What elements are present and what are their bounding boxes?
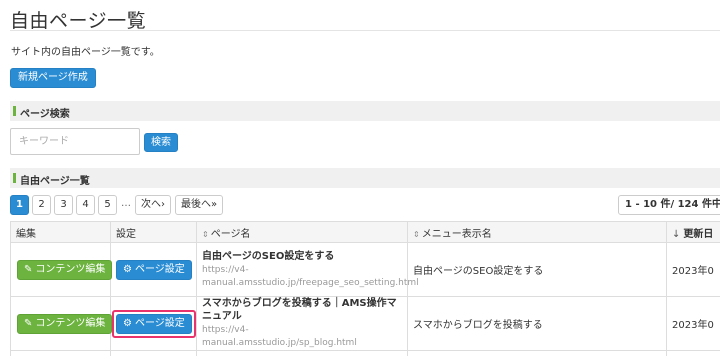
search-section-header: ページ検索 xyxy=(10,101,720,121)
next-page-link[interactable]: 次へ› xyxy=(135,195,171,215)
updated-cell: 2023年0 xyxy=(666,296,720,351)
search-section-label: ページ検索 xyxy=(20,109,70,120)
menu-name: 自由ページのSEO設定をする xyxy=(413,266,544,277)
last-page-link[interactable]: 最後へ» xyxy=(175,195,224,215)
sort-icon: ⇕ xyxy=(202,229,209,239)
updated-cell: 2023年0 xyxy=(666,242,720,297)
page-url: https://v4-manual.amsstudio.jp/freepage_… xyxy=(202,264,419,288)
keyword-search-input[interactable] xyxy=(10,128,140,155)
page-name-cell: 自由ページのSEO設定をする https://v4-manual.amsstud… xyxy=(196,242,419,297)
updated-date: 2023年0 xyxy=(672,266,714,277)
setting-cell: ⚙ ページ設定 xyxy=(110,242,197,297)
sort-icon: ⇕ xyxy=(413,229,420,239)
menu-name: スマホからブログを投稿する xyxy=(413,320,543,331)
page-description: サイト内の自由ページ一覧です。 xyxy=(11,47,160,58)
list-section-header: 自由ページ一覧 xyxy=(10,168,720,188)
pagination: 1 2 3 4 5 … 次へ› 最後へ» xyxy=(10,195,226,215)
new-page-button[interactable]: 新規ページ作成 xyxy=(10,68,96,88)
page-link-4[interactable]: 4 xyxy=(76,195,95,215)
page-name[interactable]: スマホからブログを投稿する｜AMS操作マニュアル xyxy=(202,297,402,323)
title-divider xyxy=(10,30,720,31)
gear-icon: ⚙ xyxy=(123,263,132,275)
edit-cell: ✎ コンテンツ編集 xyxy=(10,242,113,297)
table-row xyxy=(10,350,720,356)
column-header-page-name[interactable]: ⇕ ページ名 xyxy=(196,221,408,243)
edit-cell: ✎ コンテンツ編集 xyxy=(10,296,113,351)
table-row: ✎ コンテンツ編集 ⚙ ページ設定 スマホからブログを投稿する｜AMS操作マニュアル… xyxy=(10,296,720,351)
column-header-updated[interactable]: ↓ 更新日 xyxy=(666,221,720,243)
page-name-cell: スマホからブログを投稿する｜AMS操作マニュアル https://v4-manu… xyxy=(196,296,408,351)
setting-cell: ⚙ ページ設定 xyxy=(110,296,197,351)
column-header-edit: 編集 xyxy=(10,221,111,243)
updated-date: 2023年0 xyxy=(672,320,714,331)
page-setting-button[interactable]: ⚙ ページ設定 xyxy=(116,259,192,280)
page-url: https://v4-manual.amsstudio.jp/sp_blog.h… xyxy=(202,325,357,348)
table-row: ✎ コンテンツ編集 ⚙ ページ設定 自由ページのSEO設定をする https://v… xyxy=(10,242,720,297)
content-edit-button[interactable]: ✎ コンテンツ編集 xyxy=(17,259,113,280)
pencil-icon: ✎ xyxy=(24,317,33,329)
column-header-menu-name[interactable]: ⇕ メニュー表示名 xyxy=(407,221,667,243)
gear-icon: ⚙ xyxy=(123,317,132,329)
page-link-5[interactable]: 5 xyxy=(98,195,117,215)
highlight-frame: ⚙ ページ設定 xyxy=(112,309,196,338)
content-edit-button[interactable]: ✎ コンテンツ編集 xyxy=(17,313,113,334)
table-header-row: 編集 設定 ⇕ ページ名 ⇕ メニュー表示名 ↓ 更新日 xyxy=(10,221,720,243)
sort-down-icon: ↓ xyxy=(672,228,681,240)
menu-name-cell: 自由ページのSEO設定をする xyxy=(407,242,667,297)
page-setting-button[interactable]: ⚙ ページ設定 xyxy=(116,313,192,334)
page-link-3[interactable]: 3 xyxy=(54,195,73,215)
pencil-icon: ✎ xyxy=(24,263,33,275)
section-marker xyxy=(13,173,16,183)
list-section-label: 自由ページ一覧 xyxy=(20,176,90,187)
page-name[interactable]: 自由ページのSEO設定をする xyxy=(202,250,402,263)
column-header-setting: 設定 xyxy=(110,221,197,243)
freepage-table: 編集 設定 ⇕ ページ名 ⇕ メニュー表示名 ↓ 更新日 ✎ コンテンツ編集 ⚙ ページ設… xyxy=(10,221,720,356)
pagination-ellipsis: … xyxy=(121,198,131,209)
menu-name-cell: スマホからブログを投稿する xyxy=(407,296,667,351)
page-link-2[interactable]: 2 xyxy=(32,195,51,215)
result-count: 1 - 10 件/ 124 件中 xyxy=(618,195,720,215)
search-button[interactable]: 検索 xyxy=(144,133,178,152)
page-title: 自由ページ一覧 xyxy=(10,10,147,32)
page-link-1[interactable]: 1 xyxy=(10,195,29,215)
section-marker xyxy=(13,106,16,116)
